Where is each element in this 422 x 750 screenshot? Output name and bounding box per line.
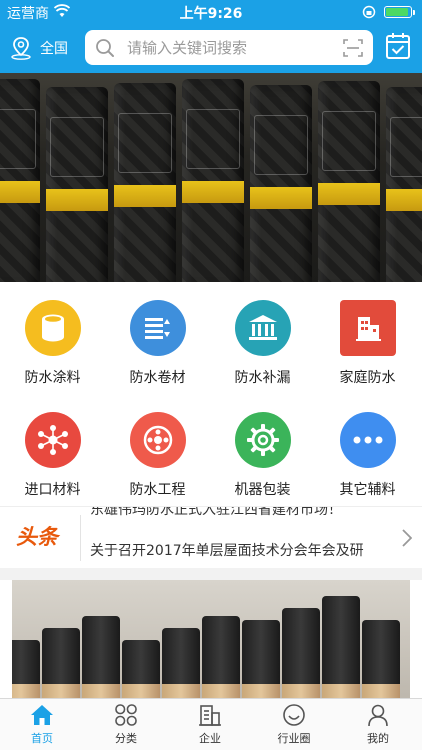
category-label: 其它辅料 bbox=[339, 482, 396, 498]
search-icon bbox=[96, 39, 114, 57]
chevron-right-icon[interactable] bbox=[402, 529, 412, 547]
headline-news[interactable]: 头条 东雄伟玛防水正式入驻江西省建材市场！ 关于召开2017年单层屋面技术分会年… bbox=[0, 506, 422, 568]
category-label: 防水工程 bbox=[129, 482, 186, 498]
category-label: 防水补漏 bbox=[234, 370, 291, 386]
location-label: 全国 bbox=[40, 41, 68, 57]
category-label: 防水卷材 bbox=[129, 370, 186, 386]
category-machinery[interactable]: 机器包装 bbox=[210, 412, 315, 499]
category-coatings[interactable]: 防水涂料 bbox=[0, 300, 105, 387]
list-roll-icon bbox=[129, 300, 186, 356]
house-icon bbox=[339, 300, 396, 356]
tab-label: 首页 bbox=[31, 732, 53, 745]
category-label: 防水涂料 bbox=[24, 370, 81, 386]
category-engineering[interactable]: 防水工程 bbox=[105, 412, 210, 499]
tab-industry-circle[interactable]: 行业圈 bbox=[252, 703, 336, 746]
paint-can-icon bbox=[24, 300, 81, 356]
category-leak-repair[interactable]: 防水补漏 bbox=[210, 300, 315, 387]
tab-mine[interactable]: 我的 bbox=[336, 703, 420, 746]
divider bbox=[80, 515, 81, 561]
feature-product-image[interactable] bbox=[12, 580, 410, 700]
feature-product-roll bbox=[12, 640, 40, 700]
banner-product-roll bbox=[250, 85, 312, 282]
tab-label: 行业圈 bbox=[277, 732, 311, 745]
news-item[interactable]: 东雄伟玛防水正式入驻江西省建材市场！ bbox=[90, 507, 342, 519]
feature-product-roll bbox=[82, 616, 120, 700]
section-gap bbox=[0, 568, 422, 580]
banner-product-roll bbox=[386, 87, 422, 282]
location-selector[interactable]: 全国 bbox=[10, 34, 68, 62]
headline-tag: 头条 bbox=[16, 525, 58, 549]
category-home-waterproofing[interactable]: 家庭防水 bbox=[315, 300, 420, 387]
nav-bar: 全国 bbox=[0, 30, 422, 66]
scan-icon[interactable] bbox=[343, 38, 363, 58]
feature-product-roll bbox=[42, 628, 80, 700]
tab-category[interactable]: 分类 bbox=[84, 703, 168, 746]
status-bar: 运营商 上午9:26 bbox=[0, 0, 422, 24]
category-label: 机器包装 bbox=[234, 482, 291, 498]
category-imported[interactable]: 进口材料 bbox=[0, 412, 105, 499]
feature-product-roll bbox=[202, 616, 240, 700]
rotation-lock-icon bbox=[362, 5, 376, 19]
company-building-icon bbox=[199, 705, 221, 726]
feature-section bbox=[0, 580, 422, 700]
tab-label: 分类 bbox=[115, 732, 137, 745]
top-header: 运营商 上午9:26 全国 bbox=[0, 0, 422, 73]
tab-company[interactable]: 企业 bbox=[168, 703, 252, 746]
category-other-accessories[interactable]: 其它辅料 bbox=[315, 412, 420, 499]
status-time: 上午9:26 bbox=[179, 6, 243, 22]
category-membranes[interactable]: 防水卷材 bbox=[105, 300, 210, 387]
banner-carousel[interactable] bbox=[0, 73, 422, 282]
gear-icon bbox=[234, 412, 291, 468]
feature-product-roll bbox=[122, 640, 160, 700]
feature-product-roll bbox=[242, 620, 280, 700]
feature-product-roll bbox=[362, 620, 400, 700]
banner-product-roll bbox=[46, 87, 108, 282]
tab-label: 我的 bbox=[367, 732, 389, 745]
smile-circle-icon bbox=[283, 704, 305, 726]
location-icon bbox=[11, 37, 31, 60]
search-bar[interactable] bbox=[85, 30, 373, 65]
share-network-icon bbox=[24, 412, 81, 468]
category-grid: 防水涂料 防水卷材 防水补漏 家庭防水 进口材料 防水工程 机器包装 其它辅料 bbox=[0, 282, 422, 506]
feature-product-roll bbox=[282, 608, 320, 700]
building-columns-icon bbox=[234, 300, 291, 356]
feature-product-roll bbox=[322, 596, 360, 700]
battery-icon bbox=[384, 6, 415, 18]
search-input[interactable] bbox=[127, 30, 327, 65]
bottom-tab-bar: 首页 分类 企业 行业圈 我的 bbox=[0, 698, 422, 750]
category-grid-icon bbox=[115, 704, 137, 726]
category-label: 家庭防水 bbox=[339, 370, 396, 386]
calendar-check-icon[interactable] bbox=[385, 32, 411, 60]
banner-product-roll bbox=[182, 79, 244, 282]
category-label: 进口材料 bbox=[24, 482, 81, 498]
more-dots-icon bbox=[339, 412, 396, 468]
feature-product-roll bbox=[162, 628, 200, 700]
banner-product-roll bbox=[0, 79, 40, 282]
banner-product-roll bbox=[318, 81, 380, 282]
banner-product-roll bbox=[114, 83, 176, 282]
tab-label: 企业 bbox=[199, 732, 221, 745]
home-icon bbox=[31, 705, 53, 725]
user-icon bbox=[368, 704, 388, 727]
gear-wheel-icon bbox=[129, 412, 186, 468]
news-item[interactable]: 关于召开2017年单层屋面技术分会年会及研 bbox=[90, 540, 395, 560]
tab-home[interactable]: 首页 bbox=[0, 703, 84, 746]
